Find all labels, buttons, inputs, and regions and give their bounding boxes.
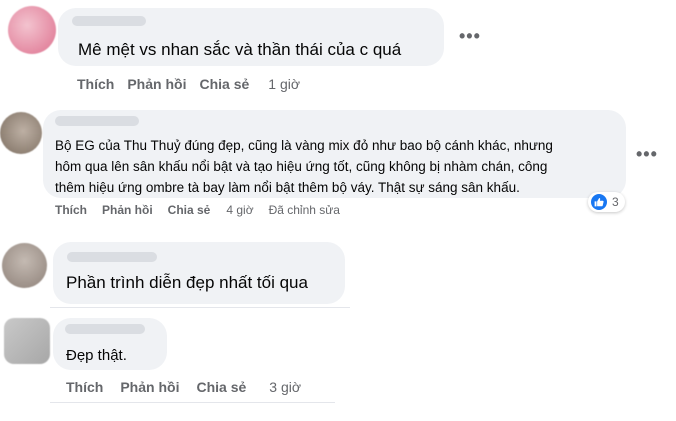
- comment-timestamp[interactable]: 1 giờ: [268, 76, 300, 92]
- comment-text-line: Bộ EG của Thu Thuỷ đúng đẹp, cũng là vàn…: [55, 138, 553, 153]
- share-button[interactable]: Chia sẻ: [196, 379, 246, 395]
- comment-text: Đẹp thật.: [66, 347, 127, 364]
- comment-text-line: thêm hiệu ứng ombre tà bay làm nổi bật t…: [55, 180, 520, 195]
- comment-timestamp[interactable]: 4 giờ: [226, 203, 253, 217]
- commenter-avatar[interactable]: [8, 6, 56, 54]
- reply-button[interactable]: Phản hồi: [102, 203, 153, 217]
- like-button[interactable]: Thích: [55, 203, 87, 217]
- comment-bubble: Bộ EG của Thu Thuỷ đúng đẹp, cũng là vàn…: [43, 110, 626, 198]
- comment-text: Phần trình diễn đẹp nhất tối qua: [66, 273, 308, 292]
- comment-text-line: hôm qua lên sân khấu nổi bật và tạo hiệu…: [55, 159, 548, 174]
- divider: [50, 402, 335, 403]
- like-button[interactable]: Thích: [66, 379, 103, 395]
- comment-actions: Thích Phản hồi Chia sẻ 3 giờ: [66, 379, 301, 395]
- like-button[interactable]: Thích: [77, 76, 114, 92]
- comment-actions: Thích Phản hồi Chia sẻ 1 giờ: [77, 76, 300, 92]
- comment-bubble: Mê mệt vs nhan sắc và thần thái của c qu…: [58, 8, 444, 66]
- comment-bubble: Đẹp thật.: [53, 318, 167, 370]
- comment-text: Mê mệt vs nhan sắc và thần thái của c qu…: [78, 40, 402, 59]
- commenter-avatar[interactable]: [4, 318, 50, 364]
- comment-bubble: Phần trình diễn đẹp nhất tối qua: [53, 242, 345, 304]
- comment-author-name[interactable]: [55, 116, 139, 126]
- share-button[interactable]: Chia sẻ: [168, 203, 211, 217]
- more-options-icon[interactable]: •••: [459, 26, 481, 47]
- divider: [50, 307, 350, 308]
- share-button[interactable]: Chia sẻ: [199, 76, 249, 92]
- reply-button[interactable]: Phản hồi: [120, 379, 179, 395]
- commenter-avatar[interactable]: [2, 243, 47, 288]
- comment-text: Bộ EG của Thu Thuỷ đúng đẹp, cũng là vàn…: [55, 135, 553, 198]
- comment-timestamp[interactable]: 3 giờ: [269, 379, 301, 395]
- reaction-summary[interactable]: 3: [588, 192, 625, 212]
- comment-actions: Thích Phản hồi Chia sẻ 4 giờ Đã chỉnh sử…: [55, 203, 340, 217]
- reply-button[interactable]: Phản hồi: [127, 76, 186, 92]
- comment-author-name[interactable]: [65, 324, 145, 334]
- edited-label: Đã chỉnh sửa: [268, 203, 340, 217]
- commenter-avatar[interactable]: [0, 112, 42, 154]
- comment-author-name[interactable]: [72, 16, 146, 26]
- comment-author-name[interactable]: [67, 252, 157, 262]
- like-reaction-icon: [591, 194, 607, 210]
- more-options-icon[interactable]: •••: [636, 144, 658, 165]
- reaction-count: 3: [612, 195, 619, 209]
